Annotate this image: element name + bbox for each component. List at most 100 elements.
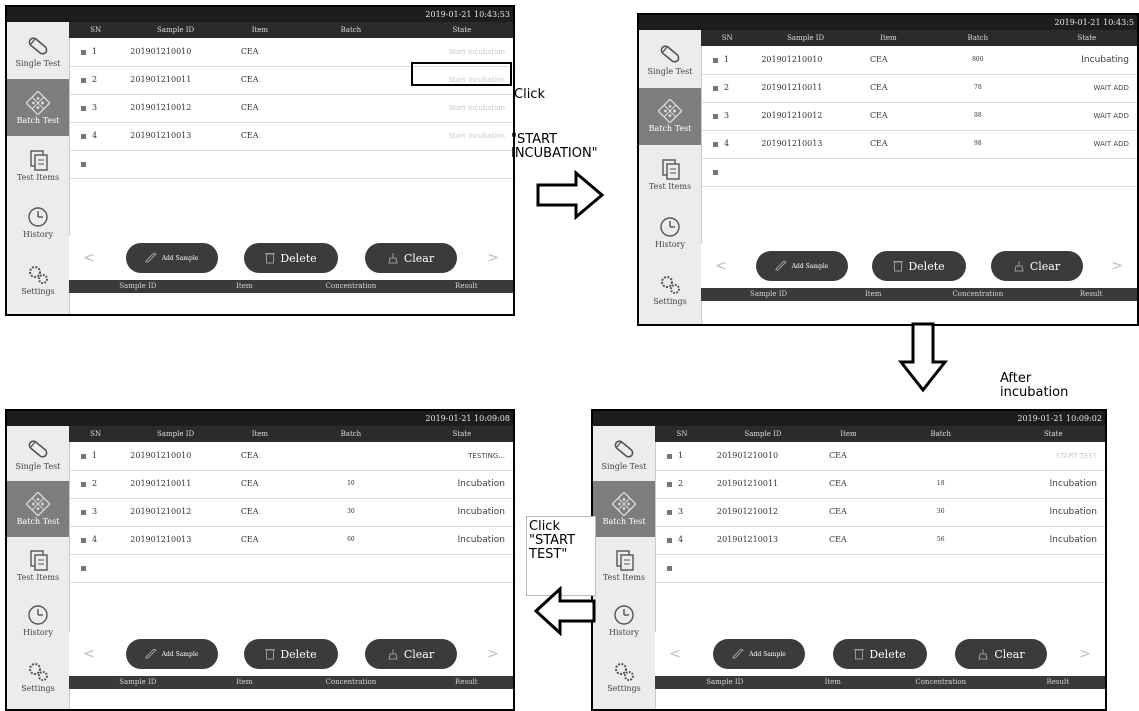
add-sample-button[interactable]: Add Sample — [713, 639, 805, 669]
documents-icon — [616, 549, 634, 571]
checkbox-icon[interactable] — [667, 565, 672, 571]
table-row[interactable]: 4 201901210013 CEA 56 Incubation — [655, 526, 1105, 555]
clear-button[interactable]: Clear — [364, 639, 457, 669]
nav-test-items[interactable]: Test Items — [7, 136, 69, 193]
checkbox-icon[interactable] — [667, 453, 672, 459]
prev-page-button[interactable]: < — [79, 250, 99, 266]
start-incubation-button[interactable]: Start Incubation — [411, 94, 513, 122]
next-page-button[interactable]: > — [1107, 258, 1127, 274]
next-page-button[interactable]: > — [1075, 646, 1095, 662]
header-state: State — [1043, 430, 1063, 438]
table-row[interactable]: 2 201901210011 CEA 10 Incubation — [69, 470, 513, 499]
table-row[interactable]: 4 201901210013 CEA 60 Incubation — [69, 526, 513, 555]
clear-button[interactable]: Clear — [990, 251, 1083, 281]
delete-button[interactable]: Delete — [244, 639, 338, 669]
checkbox-icon[interactable] — [81, 133, 86, 139]
add-sample-button[interactable]: Add Sample — [125, 639, 218, 669]
button-bar: < Add Sample Delete Clear > — [701, 244, 1137, 288]
add-sample-button[interactable]: Add Sample — [755, 251, 848, 281]
nav-history[interactable]: History — [7, 592, 69, 647]
nav-test-items[interactable]: Test Items — [639, 145, 701, 203]
cell-sn: 2 — [701, 74, 753, 102]
delete-button[interactable]: Delete — [244, 243, 338, 273]
clear-button[interactable]: Clear — [955, 639, 1047, 669]
nav-settings[interactable]: Settings — [7, 648, 69, 703]
delete-button[interactable]: Delete — [833, 639, 927, 669]
cell-sn: 2 — [69, 470, 122, 498]
nav-single-test[interactable]: Single Test — [7, 426, 69, 481]
prev-page-button[interactable]: < — [711, 258, 731, 274]
pencil-icon — [775, 261, 787, 271]
checkbox-icon[interactable] — [713, 113, 718, 119]
nav-batch-test[interactable]: Batch Test — [639, 87, 701, 146]
table-row[interactable]: 3 201901210012 CEA Start Incubation — [69, 94, 513, 123]
prev-page-button[interactable]: < — [665, 646, 685, 662]
test-tube-icon — [612, 438, 636, 460]
nav-settings[interactable]: Settings — [593, 648, 655, 703]
prev-page-button[interactable]: < — [79, 646, 99, 662]
checkbox-icon[interactable] — [81, 481, 86, 487]
cell-sample-id: 201901210012 — [130, 103, 192, 112]
table-row[interactable]: 1 201901210010 CEA START TEST — [655, 442, 1105, 471]
nav-test-items[interactable]: Test Items — [593, 537, 655, 592]
table-row-empty[interactable] — [69, 554, 513, 583]
cell-sn: 3 — [69, 94, 122, 122]
nav-batch-test[interactable]: Batch Test — [7, 481, 69, 537]
checkbox-icon[interactable] — [81, 537, 86, 543]
table-row[interactable]: 2 201901210011 CEA 18 Incubation — [655, 470, 1105, 499]
clear-button[interactable]: Clear — [364, 243, 457, 273]
next-page-button[interactable]: > — [483, 646, 503, 662]
checkbox-icon[interactable] — [713, 169, 718, 175]
cell-sn: 4 — [69, 526, 122, 554]
checkbox-icon[interactable] — [81, 49, 86, 55]
checkbox-icon[interactable] — [81, 509, 86, 515]
checkbox-icon[interactable] — [81, 161, 86, 167]
checkbox-icon[interactable] — [667, 509, 672, 515]
button-bar: < Add Sample Delete Clear > — [69, 632, 513, 676]
nav-single-test[interactable]: Single Test — [7, 22, 69, 79]
table-row[interactable]: 3 201901210012 CEA 36 Incubation — [655, 498, 1105, 527]
result-table-header: Sample ID Item Concentration Result — [655, 676, 1105, 689]
add-sample-button[interactable]: Add Sample — [125, 243, 218, 273]
result-header-concentration: Concentration — [952, 290, 1004, 298]
start-incubation-button[interactable]: Start Incubation — [411, 122, 513, 150]
table-row-empty[interactable] — [69, 150, 513, 179]
checkbox-icon[interactable] — [667, 537, 672, 543]
checkbox-icon[interactable] — [713, 85, 718, 91]
table-row[interactable]: 4 201901210013 CEA Start Incubation — [69, 122, 513, 151]
start-test-button[interactable]: START TEST — [1002, 442, 1106, 470]
clock-icon — [28, 605, 48, 625]
table-row[interactable]: 2 201901210011 CEA 78 WAIT ADD — [701, 74, 1137, 103]
screen-1-before-start: 2019-01-21 10:43:53 Single Test Batch Te… — [5, 5, 515, 316]
table-row[interactable]: 1 201901210010 CEA 800 Incubating — [701, 46, 1137, 75]
checkbox-icon[interactable] — [713, 57, 718, 63]
nav-test-items[interactable]: Test Items — [7, 537, 69, 592]
nav-single-test[interactable]: Single Test — [593, 426, 655, 481]
table-row[interactable]: 1 201901210010 CEA TESTING... — [69, 442, 513, 471]
cell-sample-id: 201901210011 — [717, 479, 779, 488]
checkbox-icon[interactable] — [81, 453, 86, 459]
nav-batch-test[interactable]: Batch Test — [7, 79, 69, 137]
nav-single-test[interactable]: Single Test — [639, 30, 701, 88]
nav-label: Test Items — [16, 173, 60, 183]
nav-settings[interactable]: Settings — [639, 260, 701, 318]
nav-settings[interactable]: Settings — [7, 251, 69, 308]
checkbox-icon[interactable] — [81, 77, 86, 83]
table-row[interactable]: 3 201901210012 CEA 98 WAIT ADD — [701, 102, 1137, 131]
table-row-empty[interactable] — [701, 158, 1137, 187]
checkbox-icon[interactable] — [81, 565, 86, 571]
nav-history[interactable]: History — [593, 592, 655, 647]
nav-batch-test[interactable]: Batch Test — [593, 481, 655, 537]
annotation-start-incubation: "START INCUBATION" — [511, 132, 598, 161]
table-row[interactable]: 4 201901210013 CEA 98 WAIT ADD — [701, 130, 1137, 159]
result-header-item: Item — [236, 678, 253, 686]
nav-history[interactable]: History — [639, 203, 701, 261]
checkbox-icon[interactable] — [81, 105, 86, 111]
checkbox-icon[interactable] — [667, 481, 672, 487]
next-page-button[interactable]: > — [483, 250, 503, 266]
table-row-empty[interactable] — [655, 554, 1105, 583]
checkbox-icon[interactable] — [713, 141, 718, 147]
nav-history[interactable]: History — [7, 194, 69, 251]
delete-button[interactable]: Delete — [872, 251, 966, 281]
table-row[interactable]: 3 201901210012 CEA 30 Incubation — [69, 498, 513, 527]
